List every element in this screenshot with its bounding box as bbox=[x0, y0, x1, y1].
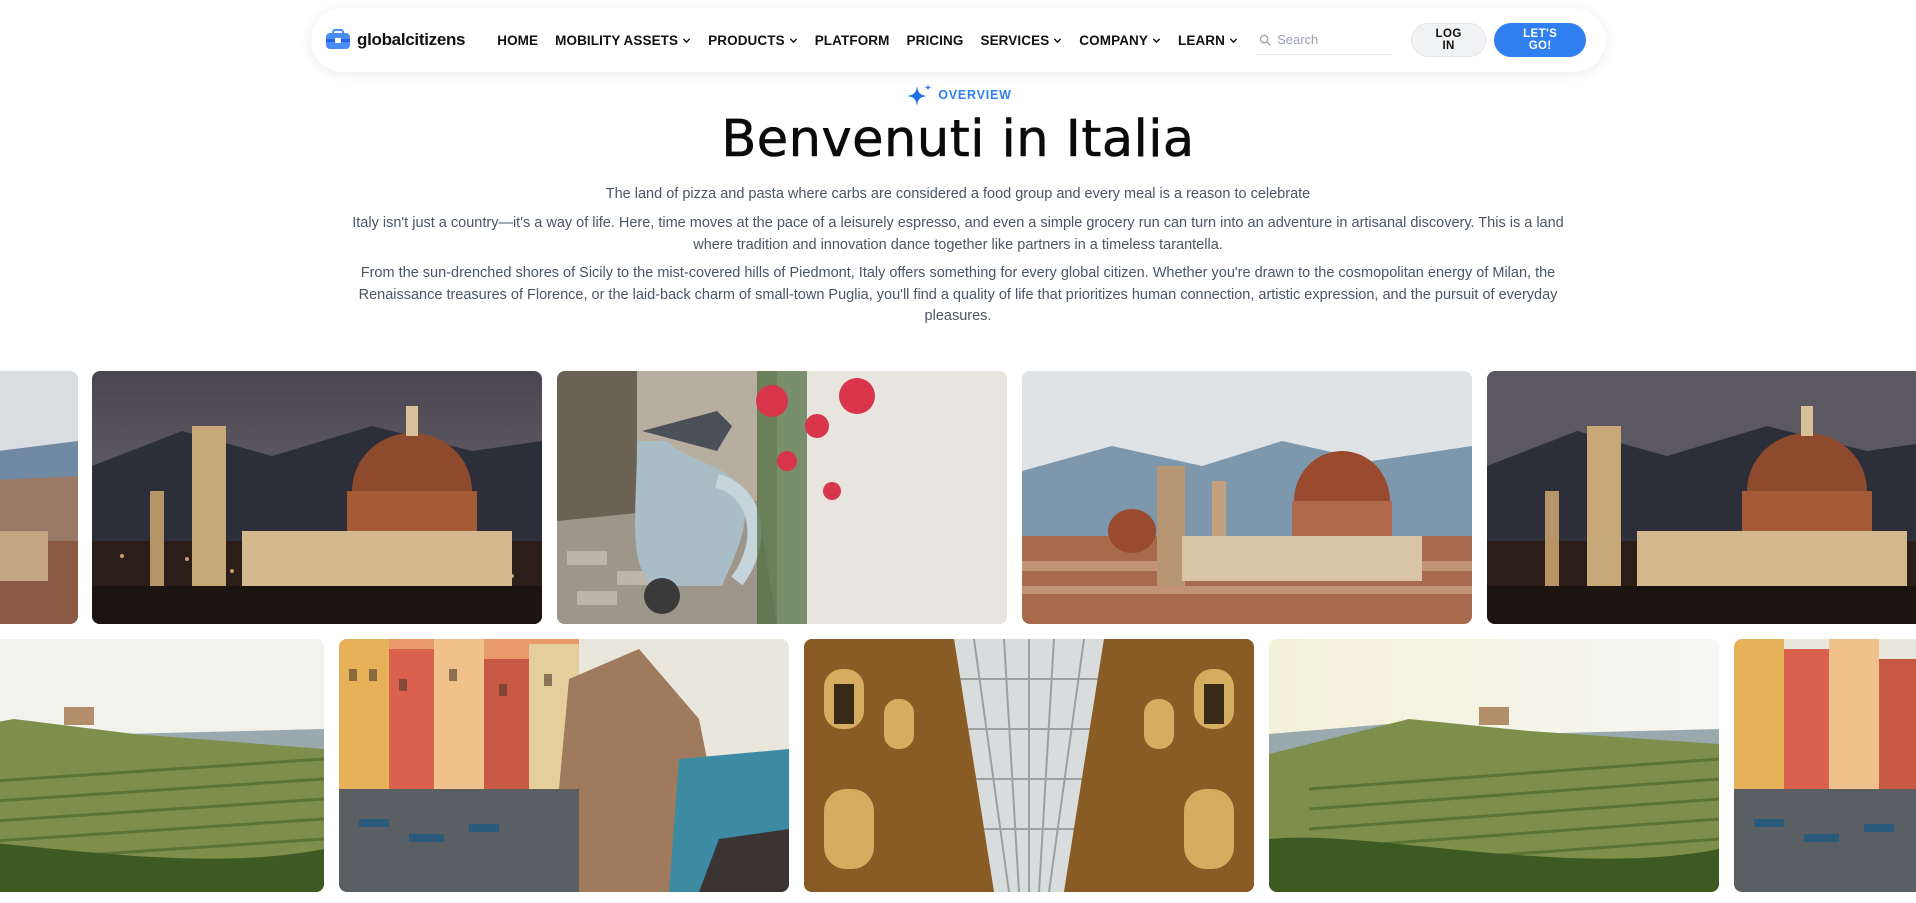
nav-item-label: PRODUCTS bbox=[708, 32, 785, 48]
regions-paragraph: From the sun-drenched shores of Sicily t… bbox=[358, 265, 1558, 324]
lets-go-button[interactable]: LET'S GO! bbox=[1494, 23, 1586, 57]
nav-item-label: LEARN bbox=[1178, 32, 1225, 48]
search-input[interactable] bbox=[1277, 32, 1389, 47]
gallery-image-tuscan-vineyard bbox=[0, 639, 324, 892]
gallery-image-vespa bbox=[557, 371, 1007, 624]
sparkle-icon bbox=[907, 84, 932, 106]
chevron-down-icon bbox=[789, 37, 797, 43]
gallery-image-florence-night bbox=[92, 371, 542, 624]
main-navbar: globalcitizens HOME MOBILITY ASSETS PROD… bbox=[311, 8, 1606, 72]
gallery-image-cinque-terre bbox=[1734, 639, 1916, 892]
chevron-down-icon bbox=[1152, 37, 1161, 43]
search-box bbox=[1255, 25, 1393, 55]
nav-item-label: PRICING bbox=[906, 32, 964, 48]
chevron-down-icon bbox=[682, 37, 691, 43]
gallery-image-florence-day bbox=[0, 371, 78, 624]
nav-item-label: HOME bbox=[497, 32, 539, 48]
nav-item-mobility-assets[interactable]: MOBILITY ASSETS bbox=[555, 33, 691, 48]
overview-eyebrow: OVERVIEW bbox=[0, 82, 1916, 108]
page-title: Benvenuti in Italia bbox=[721, 110, 1195, 170]
brand-logo[interactable]: globalcitizens bbox=[325, 29, 466, 51]
nav-item-learn[interactable]: LEARN bbox=[1178, 33, 1238, 48]
login-button[interactable]: LOG IN bbox=[1410, 23, 1487, 57]
gallery-image-florence-night bbox=[1487, 371, 1916, 624]
intro-paragraph: Italy isn't just a country—it's a way of… bbox=[352, 215, 1564, 253]
hero-subtitle: The land of pizza and pasta where carbs … bbox=[605, 186, 1311, 202]
gallery-row-bottom bbox=[0, 639, 1916, 892]
nav-item-company[interactable]: COMPANY bbox=[1079, 33, 1161, 48]
gallery-image-florence-day bbox=[1022, 371, 1472, 624]
eyebrow-label: OVERVIEW bbox=[938, 88, 1012, 102]
gallery-image-tuscan-vineyard bbox=[1269, 639, 1719, 892]
logo-icon bbox=[326, 29, 350, 49]
nav-item-products[interactable]: PRODUCTS bbox=[708, 33, 798, 48]
nav-item-services[interactable]: SERVICES bbox=[980, 33, 1062, 48]
nav-item-label: SERVICES bbox=[980, 32, 1050, 48]
brand-name: globalcitizens bbox=[357, 30, 466, 49]
nav-item-label: COMPANY bbox=[1079, 32, 1148, 48]
chevron-down-icon bbox=[1229, 37, 1238, 43]
chevron-down-icon bbox=[1054, 37, 1062, 43]
gallery-image-galleria-milan bbox=[804, 639, 1254, 892]
nav-item-pricing[interactable]: PRICING bbox=[907, 33, 964, 48]
gallery-image-cinque-terre bbox=[339, 639, 789, 892]
nav-item-home[interactable]: HOME bbox=[497, 33, 538, 48]
nav-item-label: MOBILITY ASSETS bbox=[555, 32, 679, 48]
nav-item-label: PLATFORM bbox=[814, 32, 890, 48]
nav-item-platform[interactable]: PLATFORM bbox=[815, 33, 890, 48]
search-icon bbox=[1259, 34, 1271, 46]
nav-menu: HOME MOBILITY ASSETS PRODUCTS PLATFORM P… bbox=[497, 33, 1255, 48]
gallery-row-top bbox=[0, 371, 1916, 624]
